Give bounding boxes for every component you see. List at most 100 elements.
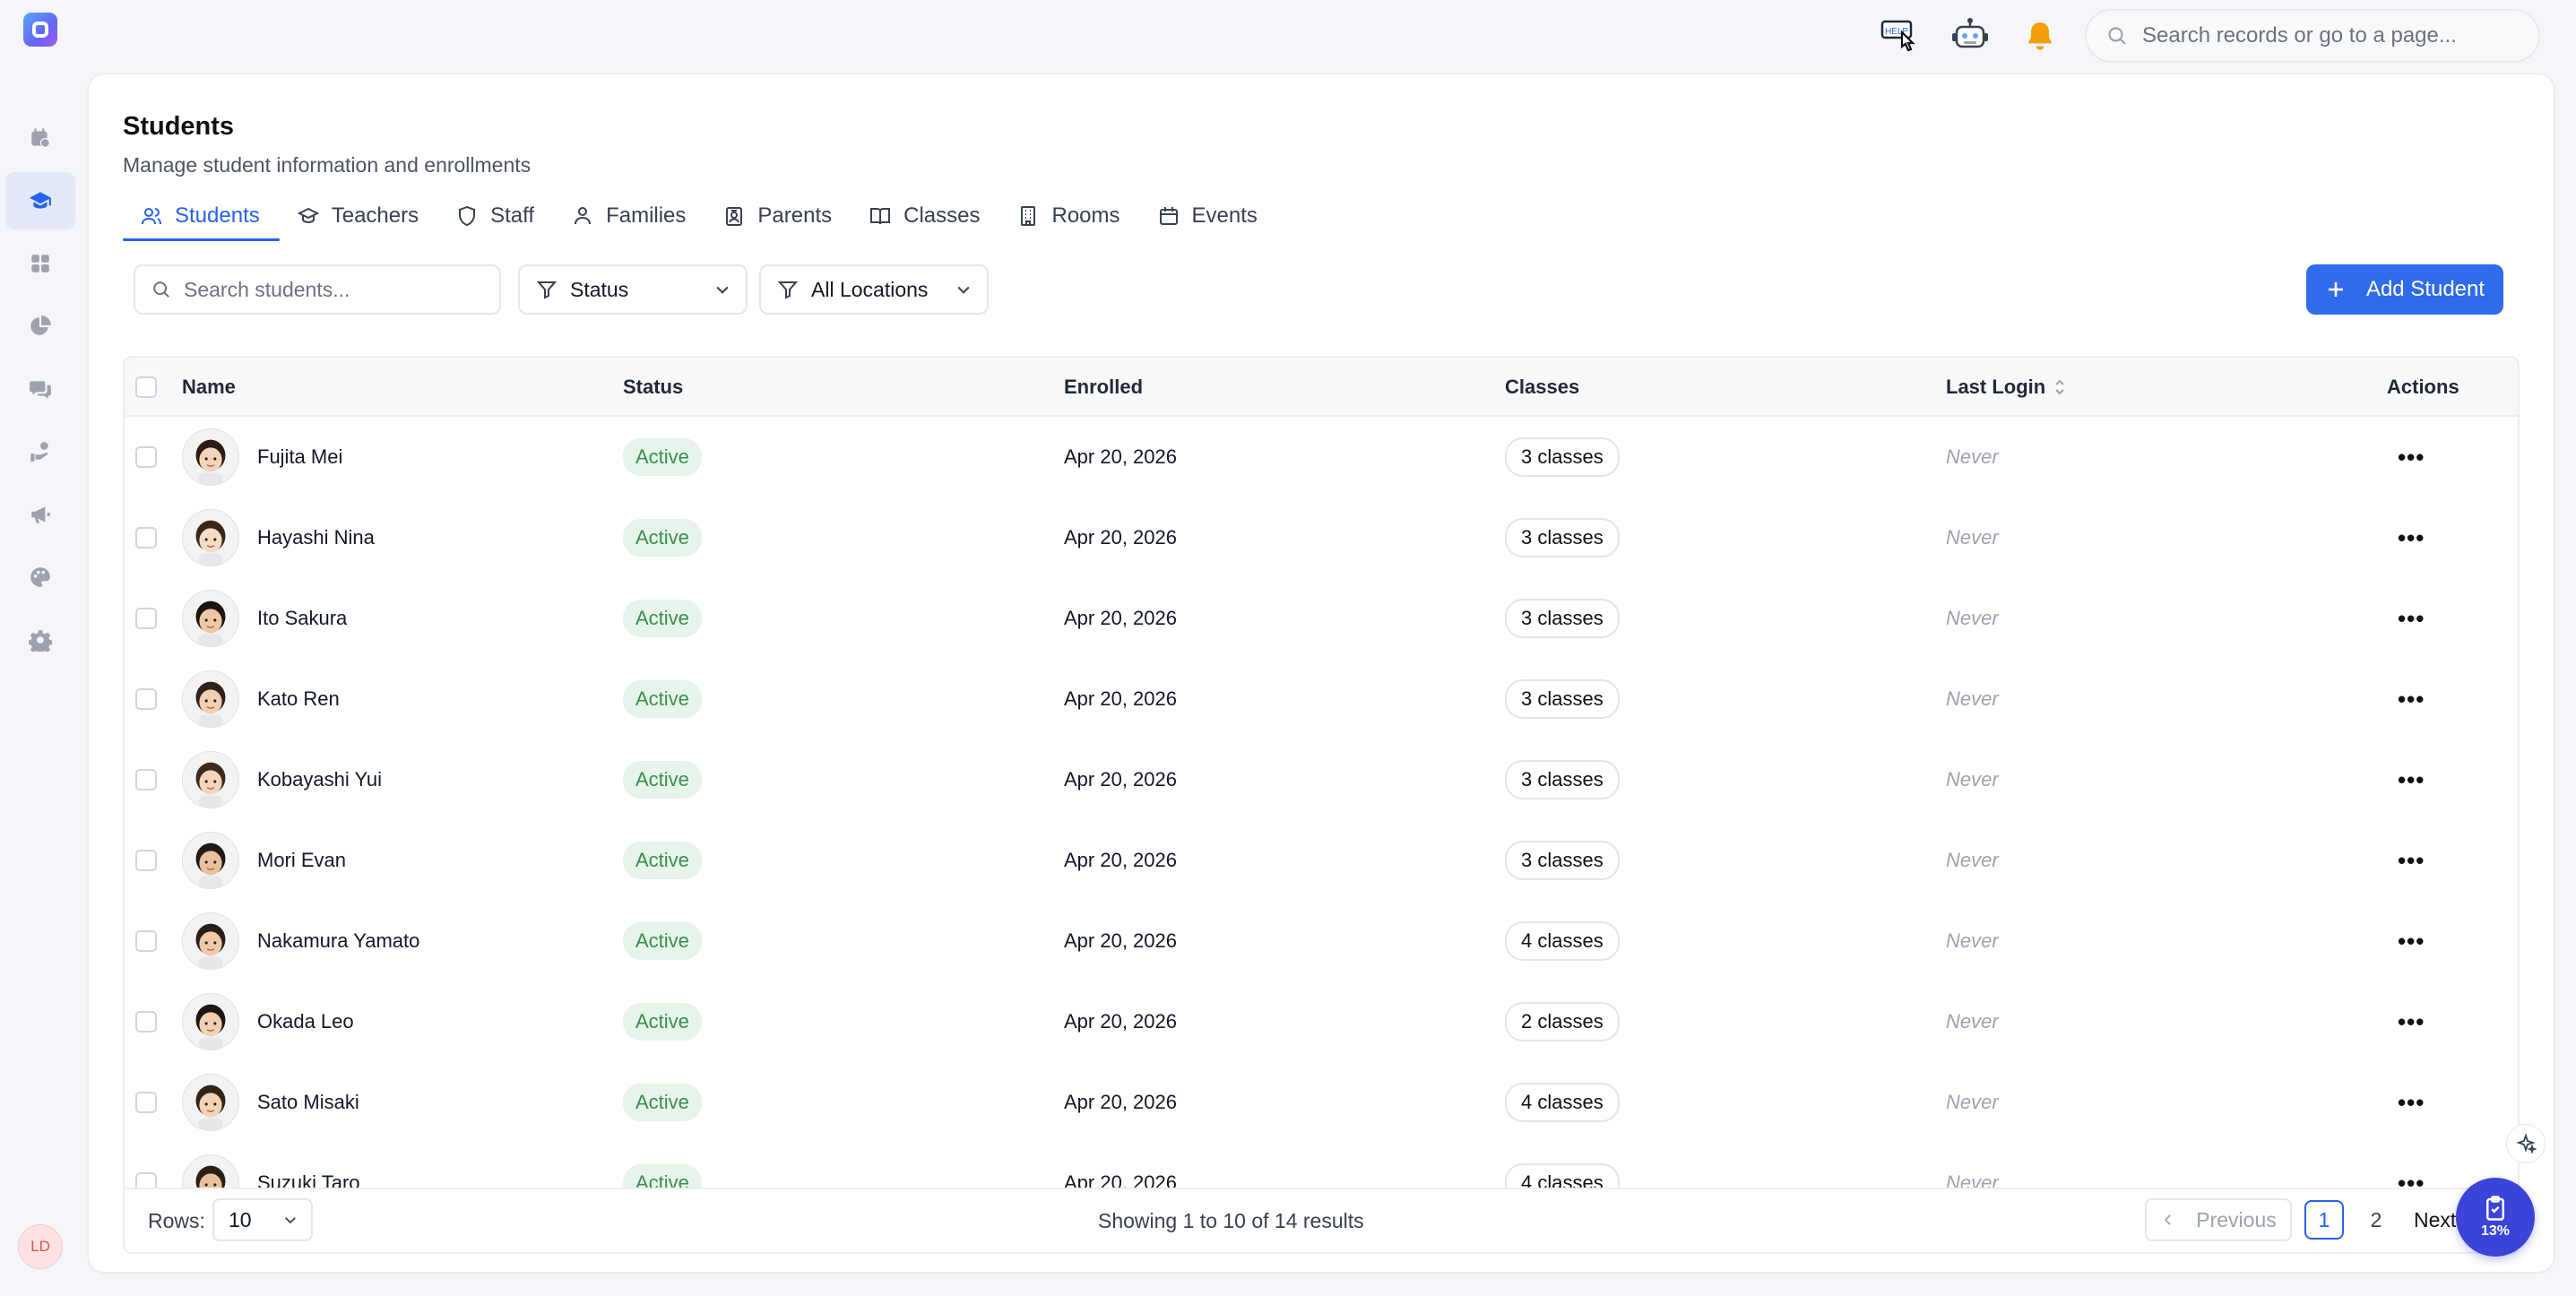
tab-staff[interactable]: Staff — [438, 191, 554, 241]
nav-messages[interactable] — [5, 360, 75, 418]
more-actions-button[interactable]: ••• — [2398, 1089, 2425, 1117]
more-actions-button[interactable]: ••• — [2398, 686, 2425, 713]
student-name: Sato Misaki — [257, 1091, 359, 1113]
location-filter[interactable]: All Locations — [759, 264, 989, 315]
nav-billing[interactable] — [5, 423, 75, 480]
more-actions-button[interactable]: ••• — [2398, 928, 2425, 955]
name-cell[interactable]: Fujita Mei — [182, 417, 342, 497]
tab-families[interactable]: Families — [554, 191, 705, 241]
global-search-bar[interactable] — [2085, 9, 2540, 63]
student-search-input[interactable] — [184, 277, 480, 302]
row-checkbox[interactable] — [135, 527, 157, 549]
next-page-button[interactable]: Next — [2414, 1208, 2456, 1232]
nav-appearance[interactable] — [5, 549, 75, 606]
name-cell[interactable]: Nakamura Yamato — [182, 901, 419, 981]
nav-settings[interactable] — [5, 611, 75, 669]
tab-teachers[interactable]: Teachers — [280, 191, 438, 241]
table-row[interactable]: Hayashi Nina Active Apr 20, 2026 3 classes N… — [125, 497, 2518, 578]
name-cell[interactable]: Sato Misaki — [182, 1062, 359, 1143]
row-checkbox[interactable] — [135, 688, 157, 710]
more-actions-button[interactable]: ••• — [2398, 847, 2425, 875]
row-checkbox[interactable] — [135, 930, 157, 952]
table-row[interactable]: Fujita Mei Active Apr 20, 2026 3 classes Nev… — [125, 417, 2518, 497]
global-search-input[interactable] — [2142, 23, 2519, 48]
col-classes[interactable]: Classes — [1505, 358, 1579, 417]
previous-page-button[interactable]: Previous — [2145, 1198, 2292, 1241]
notifications-button[interactable] — [2020, 16, 2060, 56]
status-cell: Active — [623, 739, 702, 820]
nav-announcements[interactable] — [5, 486, 75, 543]
table-row[interactable]: Nakamura Yamato Active Apr 20, 2026 4 class… — [125, 901, 2518, 981]
page-1-button[interactable]: 1 — [2304, 1200, 2344, 1240]
student-name: Ito Sakura — [257, 607, 348, 629]
table-row[interactable]: Sato Misaki Active Apr 20, 2026 4 classes Ne… — [125, 1062, 2518, 1143]
col-actions: Actions — [2387, 376, 2459, 398]
table-row[interactable]: Kato Ren Active Apr 20, 2026 3 classes Never… — [125, 659, 2518, 739]
tab-rooms[interactable]: Rooms — [999, 191, 1139, 241]
more-actions-button[interactable]: ••• — [2398, 444, 2425, 471]
enrolled-date: Apr 20, 2026 — [1064, 849, 1177, 871]
task-progress-fab[interactable]: 13% — [2456, 1178, 2535, 1257]
table-row[interactable]: Mori Evan Active Apr 20, 2026 3 classes Neve… — [125, 820, 2518, 901]
more-actions-button[interactable]: ••• — [2398, 605, 2425, 633]
nav-students[interactable] — [5, 172, 75, 229]
student-search-box[interactable] — [134, 264, 501, 315]
row-checkbox[interactable] — [135, 608, 157, 629]
name-cell[interactable]: Mori Evan — [182, 820, 346, 901]
avatar-face-icon — [183, 591, 238, 646]
select-all-checkbox[interactable] — [135, 376, 157, 398]
page-2-button[interactable]: 2 — [2356, 1200, 2396, 1240]
name-cell[interactable]: Kato Ren — [182, 659, 340, 739]
table-row[interactable]: Okada Leo Active Apr 20, 2026 2 classes Neve… — [125, 981, 2518, 1062]
rows-per-page-select[interactable]: 10 — [212, 1198, 313, 1241]
tab-parents[interactable]: Parents — [705, 191, 851, 241]
tab-students[interactable]: Students — [123, 191, 280, 241]
graduation-cap-icon — [30, 192, 51, 209]
last-login-cell: Never — [1946, 739, 1999, 820]
user-avatar[interactable]: LD — [18, 1224, 63, 1269]
progress-text: 13% — [2480, 1223, 2511, 1239]
col-last-login[interactable]: Last Login — [1946, 358, 2067, 417]
last-login-cell: Never — [1946, 659, 1999, 739]
clipboard-check-icon — [2486, 1196, 2504, 1221]
more-actions-button[interactable]: ••• — [2398, 1008, 2425, 1036]
avatar — [182, 509, 239, 566]
tab-classes[interactable]: Classes — [851, 191, 999, 241]
main-card: Students Manage student information and … — [88, 73, 2554, 1273]
table-row[interactable]: Kobayashi Yui Active Apr 20, 2026 3 classes… — [125, 739, 2518, 820]
status-cell: Active — [623, 981, 702, 1062]
row-checkbox[interactable] — [135, 850, 157, 871]
ai-assistant-button[interactable] — [1950, 16, 1990, 56]
row-checkbox[interactable] — [135, 446, 157, 468]
nav-schedule[interactable] — [5, 109, 75, 167]
name-cell[interactable]: Ito Sakura — [182, 578, 347, 659]
name-cell[interactable]: Hayashi Nina — [182, 497, 375, 578]
status-filter[interactable]: Status — [518, 264, 748, 315]
row-checkbox[interactable] — [135, 1011, 157, 1032]
name-cell[interactable]: Kobayashi Yui — [182, 739, 382, 820]
table-row[interactable]: Ito Sakura Active Apr 20, 2026 3 classes Nev… — [125, 578, 2518, 659]
nav-dashboard[interactable] — [5, 235, 75, 292]
col-name[interactable]: Name — [182, 358, 236, 417]
enrolled-date: Apr 20, 2026 — [1064, 687, 1177, 710]
avatar — [182, 1074, 239, 1131]
row-checkbox[interactable] — [135, 769, 157, 791]
classes-badge: 3 classes — [1505, 599, 1620, 638]
status-filter-label: Status — [570, 277, 629, 301]
tab-events[interactable]: Events — [1140, 191, 1277, 241]
help-tour-button[interactable]: HELP — [1880, 16, 1920, 56]
app-logo[interactable] — [23, 13, 57, 47]
row-checkbox[interactable] — [135, 1092, 157, 1113]
add-student-button[interactable]: Add Student — [2306, 264, 2503, 315]
last-login-value: Never — [1946, 607, 1999, 629]
nav-reports[interactable] — [5, 298, 75, 355]
status-badge: Active — [623, 519, 702, 557]
pagination: Previous 1 2 Next — [2145, 1198, 2456, 1241]
col-status[interactable]: Status — [623, 358, 683, 417]
more-actions-button[interactable]: ••• — [2398, 766, 2425, 794]
last-login-cell: Never — [1946, 578, 1999, 659]
name-cell[interactable]: Okada Leo — [182, 981, 354, 1062]
ai-sparkle-button[interactable] — [2506, 1124, 2546, 1163]
col-enrolled[interactable]: Enrolled — [1064, 358, 1143, 417]
more-actions-button[interactable]: ••• — [2398, 524, 2425, 552]
